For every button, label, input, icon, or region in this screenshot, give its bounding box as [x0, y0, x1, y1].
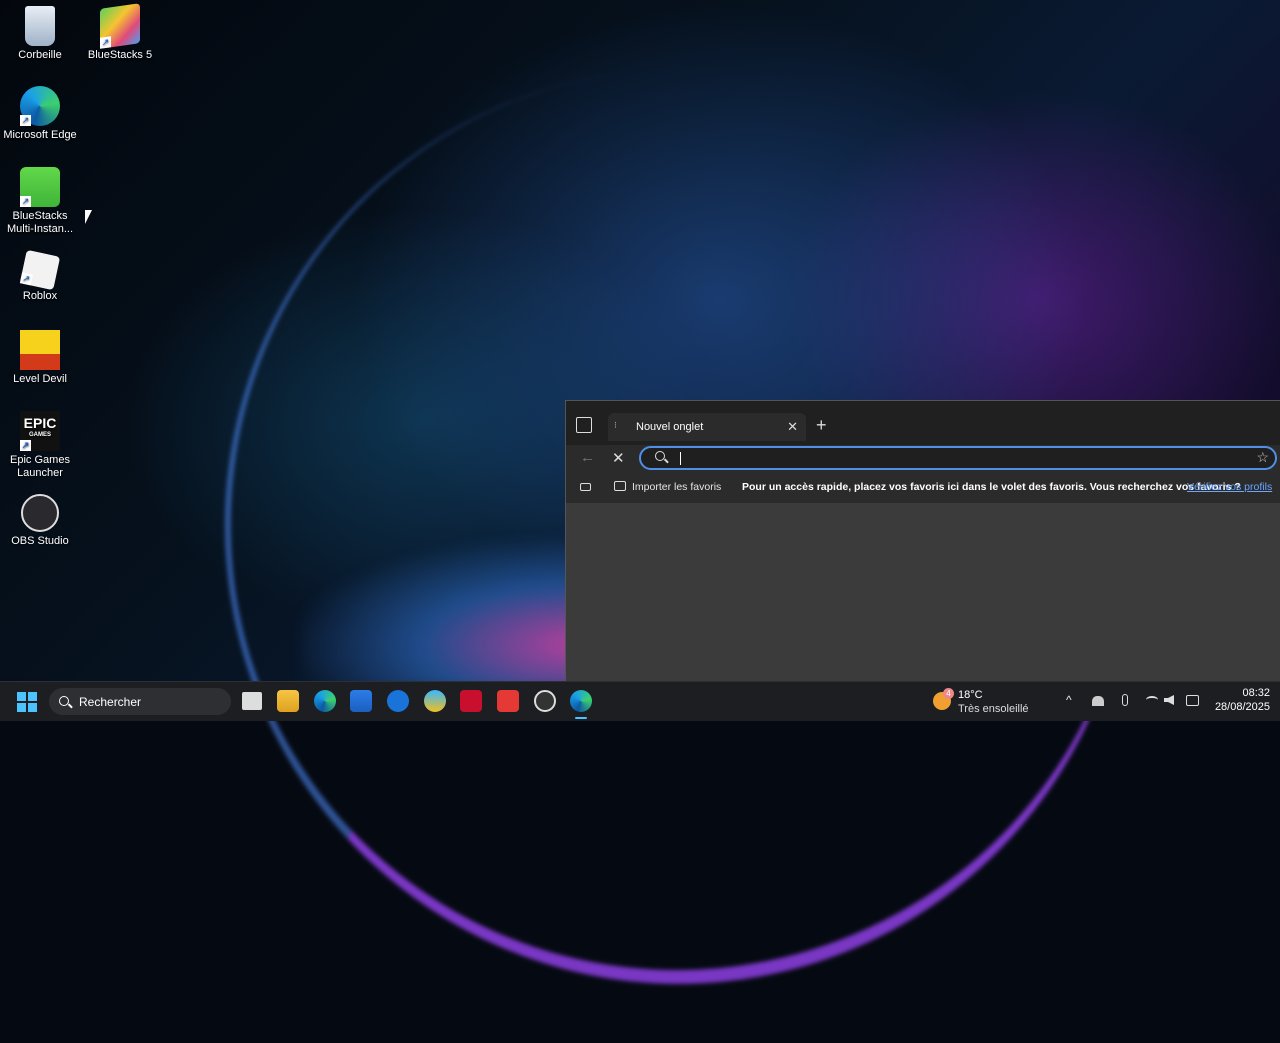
clock-date: 28/08/2025 [1214, 701, 1270, 713]
tab-title: Nouvel onglet [636, 421, 704, 433]
desktop-icon-label: BlueStacks 5 [87, 49, 153, 61]
show-hidden-icons-chevron-icon[interactable]: ^ [1066, 693, 1072, 707]
page-content [566, 503, 1280, 682]
epic-games-icon: EPIC GAMES ↗ [20, 411, 60, 451]
microsoft-store-icon[interactable] [350, 690, 372, 712]
tab-loading-icon: ⁝ [614, 420, 617, 430]
favorite-star-icon[interactable]: ☆ [1256, 449, 1269, 466]
onedrive-icon[interactable] [1092, 696, 1104, 706]
search-icon [655, 451, 665, 461]
epic-logo-text: EPIC [23, 415, 57, 431]
mouse-cursor [85, 210, 92, 224]
recycle-bin-icon [25, 6, 55, 46]
import-favorites-button[interactable]: Importer les favoris [632, 481, 721, 493]
microphone-icon[interactable] [1122, 694, 1128, 706]
desktop-icon-label: Launcher [17, 467, 63, 479]
edge-icon: ↗ [20, 86, 60, 126]
windows-logo-pane [17, 703, 26, 712]
windows-logo-pane [17, 692, 26, 701]
task-view-icon[interactable] [242, 692, 262, 710]
desktop-icon-microsoft-edge[interactable]: ↗ Microsoft Edge [0, 86, 80, 142]
address-bar[interactable]: ☆ [639, 446, 1277, 470]
desktop-icon-obs-studio[interactable]: OBS Studio [0, 494, 80, 548]
text-caret [680, 452, 681, 465]
start-button[interactable] [17, 692, 37, 712]
wps-office-icon[interactable] [497, 690, 519, 712]
navigation-bar: ← ✕ ☆ [566, 445, 1280, 473]
level-devil-icon [20, 330, 60, 370]
wifi-icon[interactable] [1146, 696, 1158, 704]
weather-badge: 4 [943, 688, 954, 699]
shortcut-arrow-icon: ↗ [100, 36, 111, 49]
active-app-indicator [575, 717, 587, 719]
tab-close-icon[interactable]: ✕ [787, 419, 798, 435]
system-clock[interactable]: 08:32 28/08/2025 [1206, 686, 1270, 714]
shortcut-arrow-icon: ↗ [19, 272, 33, 286]
edge-browser-window[interactable]: ⁝ Nouvel onglet ✕ + ← ✕ ☆ Importer les f… [565, 400, 1280, 682]
battery-icon[interactable] [1186, 695, 1199, 706]
desktop-icon-label: Roblox [22, 290, 58, 302]
stop-loading-icon[interactable]: ✕ [612, 449, 625, 467]
search-icon [59, 696, 69, 706]
tab-bar: ⁝ Nouvel onglet ✕ + [566, 401, 1280, 451]
edge-active-icon[interactable] [570, 690, 592, 712]
desktop-icon-label: Corbeille [18, 49, 62, 61]
back-arrow-icon[interactable]: ← [580, 449, 595, 466]
epic-logo-sub: GAMES [28, 432, 51, 438]
shortcut-arrow-icon: ↗ [20, 196, 31, 207]
favorites-hint-text: Pour un accès rapide, placez vos favoris… [742, 481, 1241, 493]
bluestacks-icon: ↗ [100, 3, 140, 49]
windows-logo-pane [28, 692, 37, 701]
desktop-icon-bluestacks-5[interactable]: ↗ BlueStacks 5 [80, 3, 160, 62]
taskbar-search[interactable]: Rechercher [49, 688, 231, 715]
desktop-icon-label: OBS Studio [11, 535, 69, 547]
taskbar: Rechercher 4 18°C Très ensoleillé ^ 08:3… [0, 681, 1280, 721]
favorites-bar-icon[interactable] [580, 483, 591, 491]
shortcut-arrow-icon: ↗ [20, 440, 31, 451]
file-explorer-icon[interactable] [277, 690, 299, 712]
desktop-icon-bluestacks-multi[interactable]: ↗ BlueStacks Multi-Instan... [0, 167, 80, 236]
edge-taskbar-icon[interactable] [314, 690, 336, 712]
desktop-icon-epic-games[interactable]: EPIC GAMES ↗ Epic Games Launcher [0, 411, 80, 480]
roblox-icon: ↗ [19, 249, 61, 291]
bluestacks-multi-icon: ↗ [20, 167, 60, 207]
desktop-icon-label: Microsoft Edge [3, 129, 77, 141]
new-tab-button[interactable]: + [816, 415, 827, 436]
desktop-icon-label: Multi-Instan... [6, 223, 74, 235]
tab-actions-icon[interactable] [576, 417, 592, 433]
weather-temperature: 18°C [958, 689, 983, 701]
taskbar-search-label: Rechercher [79, 695, 142, 709]
desktop-icon-label: Epic Games [10, 454, 70, 466]
favorites-bar: Importer les favoris Pour un accès rapid… [566, 473, 1280, 503]
shortcut-arrow-icon: ↗ [20, 115, 31, 126]
desktop-icon-roblox[interactable]: ↗ Roblox [0, 249, 80, 303]
volume-icon[interactable] [1164, 695, 1174, 705]
desktop-icon-label: BlueStacks [12, 210, 68, 222]
clock-time: 08:32 [1242, 687, 1270, 699]
tab-nouvel-onglet[interactable]: ⁝ Nouvel onglet ✕ [608, 413, 806, 441]
desktop-icon-label: Level Devil [13, 373, 67, 385]
desktop-icon-level-devil[interactable]: Level Devil [0, 330, 80, 386]
weather-condition: Très ensoleillé [958, 703, 1029, 715]
check-profiles-link[interactable]: Vérifiez vos profils [1187, 481, 1272, 493]
obs-icon [21, 494, 59, 532]
hp-icon[interactable] [387, 690, 409, 712]
import-favorites-icon[interactable] [614, 481, 626, 491]
help-icon[interactable] [424, 690, 446, 712]
desktop-icon-corbeille[interactable]: Corbeille [0, 6, 80, 62]
obs-taskbar-icon[interactable] [534, 690, 556, 712]
windows-logo-pane [28, 703, 37, 712]
mcafee-icon[interactable] [460, 690, 482, 712]
